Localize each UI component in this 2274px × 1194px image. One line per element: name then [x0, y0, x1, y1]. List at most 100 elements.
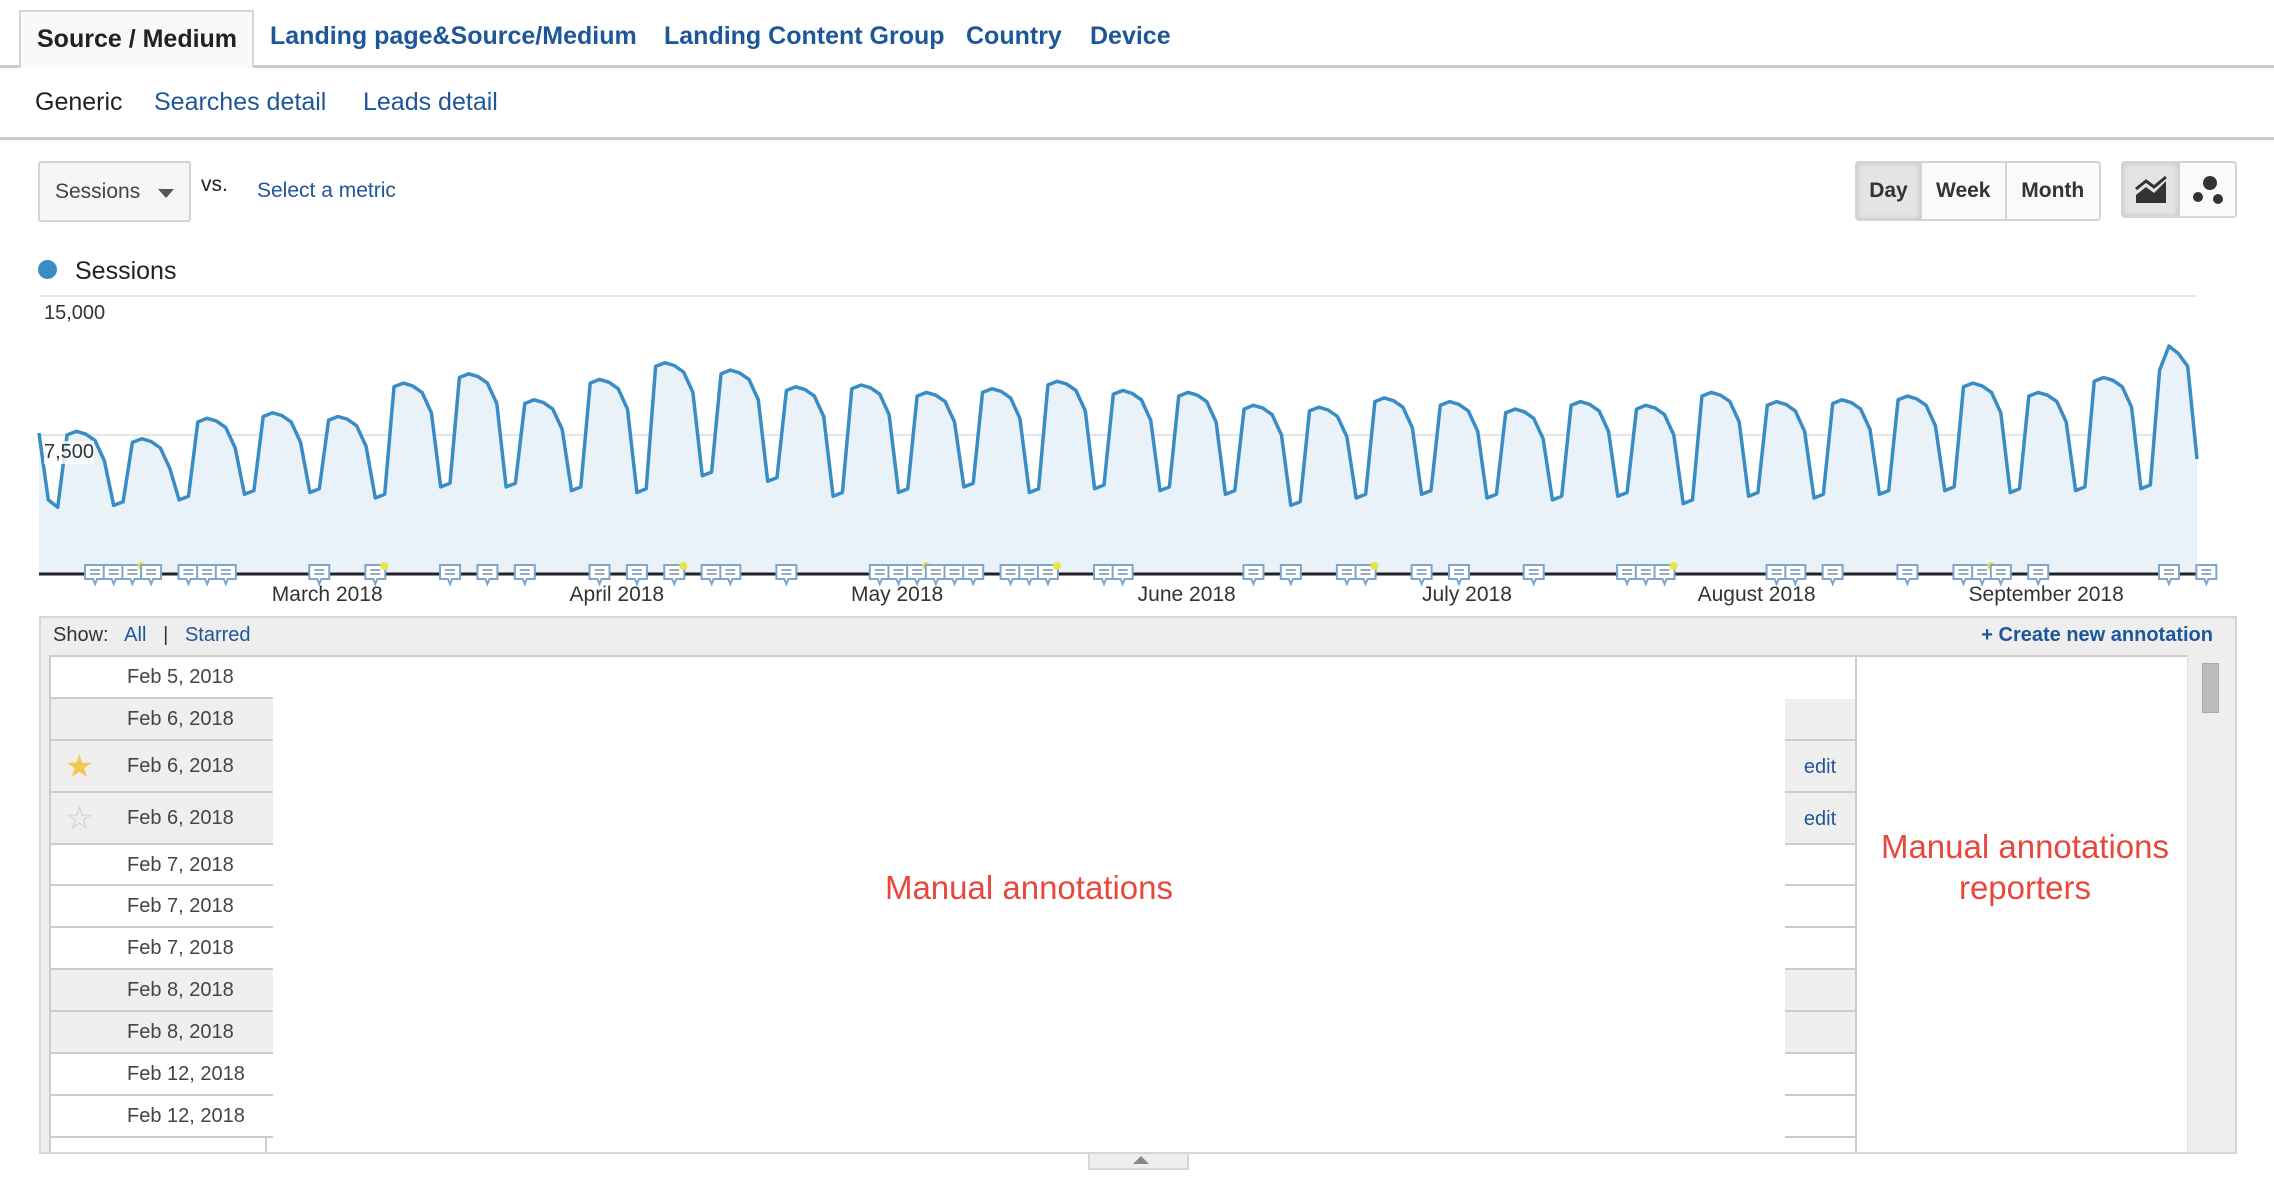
annotation-marker-icon[interactable] [177, 564, 200, 587]
subtab-searches-detail[interactable]: Searches detail [154, 88, 326, 117]
annotation-date: Feb 6, 2018 [127, 807, 234, 829]
x-tick-label: September 2018 [1968, 583, 2124, 606]
tab-device[interactable]: Device [1090, 22, 1171, 51]
annotations-panel: Show: All | Starred + Create new annotat… [39, 616, 2237, 1154]
annotation-marker-icon[interactable] [1242, 564, 1265, 587]
create-annotation-link[interactable]: + Create new annotation [1981, 624, 2213, 647]
edit-cell [1785, 1096, 1855, 1138]
annotation-marker-icon[interactable] [476, 564, 499, 587]
metric-dropdown[interactable]: Sessions [38, 161, 191, 222]
x-tick-label: June 2018 [1137, 583, 1236, 606]
chart-type-toggle [2121, 161, 2237, 218]
reporters-label-line1: Manual annotations [1880, 828, 2170, 865]
annotation-marker-icon[interactable] [625, 564, 648, 587]
sub-tabs: Generic Searches detail Leads detail [0, 68, 2274, 140]
annotation-marker-icon[interactable] [887, 564, 910, 587]
annotation-marker-icon[interactable] [719, 564, 742, 587]
star-filled-icon[interactable]: ★ [65, 750, 94, 782]
annotation-row[interactable]: Feb 12, 2018 [49, 1096, 273, 1138]
annotation-marker-icon[interactable] [1634, 564, 1657, 587]
annotation-marker-icon[interactable] [924, 564, 947, 587]
annotation-row[interactable]: Feb 6, 2018 [49, 699, 273, 741]
month-button[interactable]: Month [2007, 163, 2099, 219]
annotation-row-partial[interactable] [49, 1138, 273, 1152]
annotation-row[interactable]: ☆ Feb 6, 2018 [49, 793, 273, 845]
annotation-marker-icon[interactable] [140, 564, 163, 587]
annotation-marker-icon[interactable] [2195, 564, 2218, 587]
tab-source-medium[interactable]: Source / Medium [19, 10, 254, 68]
annotation-marker-icon[interactable] [1616, 564, 1639, 587]
annotation-marker-icon[interactable] [1018, 564, 1041, 587]
annotation-marker-icon[interactable] [943, 564, 966, 587]
annotation-scrollbar[interactable] [2187, 655, 2233, 1152]
annotation-marker-icon[interactable] [1952, 564, 1975, 587]
day-button[interactable]: Day [1857, 163, 1922, 219]
granularity-toggle: Day Week Month [1855, 161, 2101, 221]
line-chart-icon [2134, 175, 2167, 203]
annotation-date: Feb 8, 2018 [127, 1021, 234, 1043]
annotation-marker-icon[interactable] [1335, 564, 1358, 587]
annotation-marker-icon[interactable] [1410, 564, 1433, 587]
edit-annotation-link[interactable]: edit [1785, 741, 1855, 793]
annotation-marker-icon[interactable] [775, 564, 798, 587]
annotation-marker-icon[interactable] [1522, 564, 1545, 587]
annotation-marker-icon[interactable] [1765, 564, 1788, 587]
annotation-marker-icon[interactable] [999, 564, 1022, 587]
select-metric-link[interactable]: Select a metric [257, 179, 396, 203]
annotation-marker-icon[interactable] [1354, 562, 1379, 587]
line-chart-button[interactable] [2123, 163, 2180, 216]
manual-annotations-label: Manual annotations [884, 869, 1174, 906]
annotation-marker-icon[interactable] [1784, 564, 1807, 587]
annotation-marker-icon[interactable] [700, 564, 723, 587]
annotation-row[interactable]: Feb 5, 2018 [49, 657, 273, 699]
annotation-row[interactable]: Feb 12, 2018 [49, 1054, 273, 1096]
annotation-row[interactable]: ★ Feb 6, 2018 [49, 741, 273, 793]
chevron-down-icon [158, 189, 174, 198]
annotation-row[interactable]: Feb 7, 2018 [49, 928, 273, 970]
annotation-row[interactable]: Feb 8, 2018 [49, 1012, 273, 1054]
annotation-marker-icon[interactable] [513, 564, 536, 587]
annotation-marker-icon[interactable] [868, 564, 891, 587]
annotation-marker-icon[interactable] [663, 562, 688, 587]
annotation-marker-icon[interactable] [102, 564, 125, 587]
annotation-marker-icon[interactable] [1279, 564, 1302, 587]
annotation-marker-icon[interactable] [1111, 564, 1134, 587]
annotation-row[interactable]: Feb 8, 2018 [49, 970, 273, 1012]
annotation-filter: Show: All | Starred [53, 624, 251, 647]
annotation-marker-icon[interactable] [308, 564, 331, 587]
annotation-list: Manual annotations Manual annotations re… [49, 655, 2196, 1152]
annotation-marker-icon[interactable] [1092, 564, 1115, 587]
tab-landing-page-source-medium[interactable]: Landing page&Source/Medium [270, 22, 637, 51]
annotation-marker-icon[interactable] [1036, 562, 1061, 587]
tab-country[interactable]: Country [966, 22, 1062, 51]
subtab-generic[interactable]: Generic [35, 88, 123, 117]
annotation-marker-icon[interactable] [2027, 564, 2050, 587]
annotation-marker-icon[interactable] [1896, 564, 1919, 587]
subtab-leads-detail[interactable]: Leads detail [363, 88, 498, 117]
annotation-marker-icon[interactable] [196, 564, 219, 587]
tab-landing-content-group[interactable]: Landing Content Group [664, 22, 945, 51]
annotation-marker-icon[interactable] [1447, 564, 1470, 587]
filter-starred-link[interactable]: Starred [185, 624, 251, 646]
motion-chart-icon [2192, 175, 2223, 204]
annotation-row[interactable]: Feb 7, 2018 [49, 845, 273, 886]
sessions-chart [37, 295, 2218, 587]
collapse-annotations-handle[interactable] [1088, 1154, 1189, 1170]
scrollbar-thumb[interactable] [2202, 663, 2219, 713]
annotation-marker-icon[interactable] [1989, 564, 2012, 587]
filter-all-link[interactable]: All [124, 624, 146, 646]
annotation-marker-icon[interactable] [439, 564, 462, 587]
annotation-marker-icon[interactable] [1653, 562, 1678, 587]
annotation-row[interactable]: Feb 7, 2018 [49, 886, 273, 928]
annotation-marker-icon[interactable] [588, 564, 611, 587]
annotation-marker-icon[interactable] [962, 564, 985, 587]
motion-chart-button[interactable] [2180, 163, 2235, 216]
annotation-marker-icon[interactable] [214, 564, 237, 587]
annotation-marker-icon[interactable] [364, 562, 389, 587]
annotation-marker-icon[interactable] [1821, 564, 1844, 587]
star-outline-icon[interactable]: ☆ [65, 802, 94, 834]
annotation-marker-icon[interactable] [84, 564, 107, 587]
annotation-marker-icon[interactable] [2157, 564, 2180, 587]
edit-annotation-link[interactable]: edit [1785, 793, 1855, 845]
week-button[interactable]: Week [1922, 163, 2007, 219]
